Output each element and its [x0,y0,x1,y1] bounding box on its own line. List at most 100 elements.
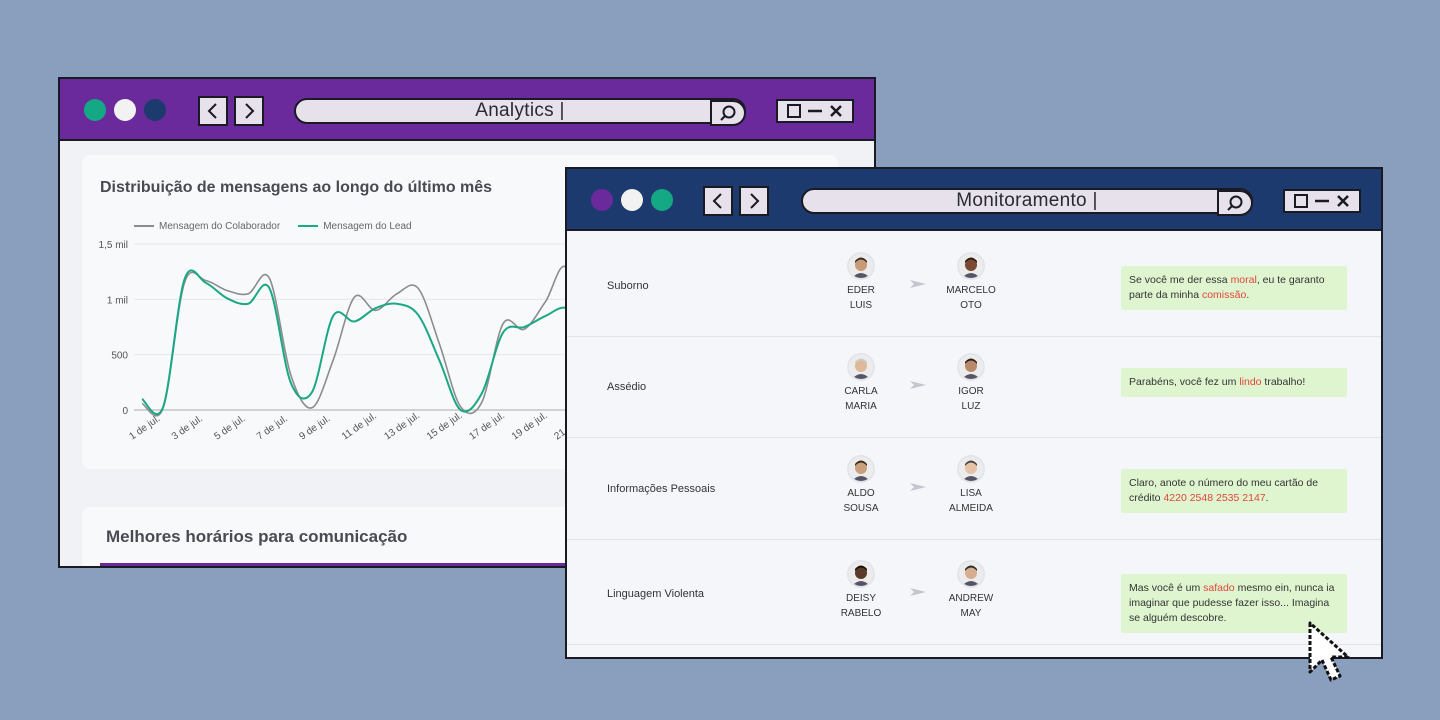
person-icon [849,254,873,278]
person-name-line: ALDO [847,488,875,499]
person-name-line: RABELO [840,608,882,619]
avatar [847,560,875,588]
monitor-row[interactable]: Linguagem Violenta DEISY RABELO ANDREW MAY Ma… [567,544,1381,645]
person-name-line: OTO [960,300,982,311]
search-button[interactable] [710,100,746,126]
person-name-line: ALMEIDA [949,503,993,514]
message-bubble: Parabéns, você fez um lindo trabalho! [1121,368,1347,397]
chevron-right-icon [245,103,255,119]
search-button[interactable] [1217,190,1253,216]
sender: CARLA MARIA [831,353,891,414]
person-name-line: LISA [960,488,982,499]
x-tick-label: 3 de jul. [170,413,205,442]
message-text: Mas você é um [1129,582,1204,594]
maximize-icon[interactable] [1294,194,1308,208]
avatar [957,560,985,588]
person-name-line: EDER [847,285,875,296]
person-icon [959,562,983,586]
x-tick-label: 7 de jul. [255,413,290,442]
person-icon [959,457,983,481]
navy-dot-icon[interactable] [144,99,166,121]
person-name-line: IGOR [958,386,984,397]
category-label: Assédio [607,381,647,393]
analytics-titlebar: Analytics | [60,79,874,141]
y-tick-label: 500 [111,351,128,362]
flagged-word: lindo [1239,376,1262,388]
flagged-word: moral [1230,274,1257,286]
message-text: Se você me der essa [1129,274,1231,286]
recipient: MARCELO OTO [941,252,1001,313]
recipient: IGOR LUZ [941,353,1001,414]
message-text: Parabéns, você fez um [1129,376,1240,388]
person-name-line: MARIA [845,401,877,412]
close-icon[interactable] [829,104,843,118]
purple-dot-icon[interactable] [591,189,613,211]
x-tick-label: 17 de jul. [467,410,507,442]
person-icon [959,355,983,379]
flagged-word: safado [1203,582,1235,594]
window-controls [776,99,854,123]
message-text: . [1246,289,1250,301]
avatar [957,252,985,280]
close-icon[interactable] [1336,194,1350,208]
message-bubble: Claro, anote o número do meu cartão de c… [1121,469,1347,513]
send-arrow-icon [909,379,927,394]
send-arrow-icon [909,278,927,293]
maximize-icon[interactable] [787,104,801,118]
white-dot-icon[interactable] [114,99,136,121]
monitor-window: Monitoramento | Suborno EDER LUIS MARCELO OT… [565,167,1383,659]
person-name-line: LUIS [849,300,873,311]
message-text: . [1265,492,1269,504]
series-line-lead [141,269,589,416]
avatar [957,455,985,483]
avatar [957,353,985,381]
x-tick-label: 19 de jul. [510,410,550,442]
search-icon [720,105,736,121]
monitor-row[interactable]: Assédio CARLA MARIA IGOR LUZ Parabéns, você f… [567,337,1381,438]
forward-button[interactable] [739,186,769,216]
y-tick-label: 1 mil [107,295,128,306]
x-tick-label: 11 de jul. [340,411,379,443]
search-icon [1227,195,1243,211]
recipient: LISA ALMEIDA [941,455,1001,516]
x-tick-label: 1 de jul. [127,413,162,442]
person-name-line: SOUSA [843,503,879,514]
minimize-icon[interactable] [1314,194,1330,208]
minimize-icon[interactable] [807,104,823,118]
window-controls [1283,189,1361,213]
recipient: ANDREW MAY [941,560,1001,621]
back-button[interactable] [703,186,733,216]
x-tick-label: 5 de jul. [212,413,247,442]
green-dot-icon[interactable] [84,99,106,121]
sender: ALDO SOUSA [831,455,891,516]
person-icon [849,457,873,481]
sender: EDER LUIS [831,252,891,313]
x-tick-label: 9 de jul. [297,413,332,442]
x-tick-label: 13 de jul. [382,410,422,442]
monitor-row[interactable]: Informações Pessoais ALDO SOUSA LISA ALMEIDA… [567,439,1381,540]
category-label: Suborno [607,280,649,292]
address-bar[interactable]: Analytics | [294,98,746,126]
category-label: Linguagem Violenta [607,588,705,600]
person-icon [959,254,983,278]
category-label: Informações Pessoais [607,483,716,495]
back-button[interactable] [198,96,228,126]
forward-button[interactable] [234,96,264,126]
avatar [847,252,875,280]
monitor-row[interactable]: Suborno EDER LUIS MARCELO OTO Se você me der … [567,236,1381,337]
flagged-word: 4220 2548 2535 2147 [1163,492,1266,504]
avatar [847,353,875,381]
chevron-left-icon [712,193,722,209]
send-arrow-icon [909,586,927,601]
white-dot-icon[interactable] [621,189,643,211]
avatar [847,455,875,483]
person-name-line: ANDREW [948,593,994,604]
person-icon [849,355,873,379]
flagged-word: comissão [1201,289,1247,301]
send-arrow-icon [909,481,927,496]
address-text: Monitoramento | [956,190,1098,211]
green-dot-icon[interactable] [651,189,673,211]
x-tick-label: 15 de jul. [425,410,465,442]
person-name-line: DEISY [845,593,876,604]
address-bar[interactable]: Monitoramento | [801,188,1253,216]
